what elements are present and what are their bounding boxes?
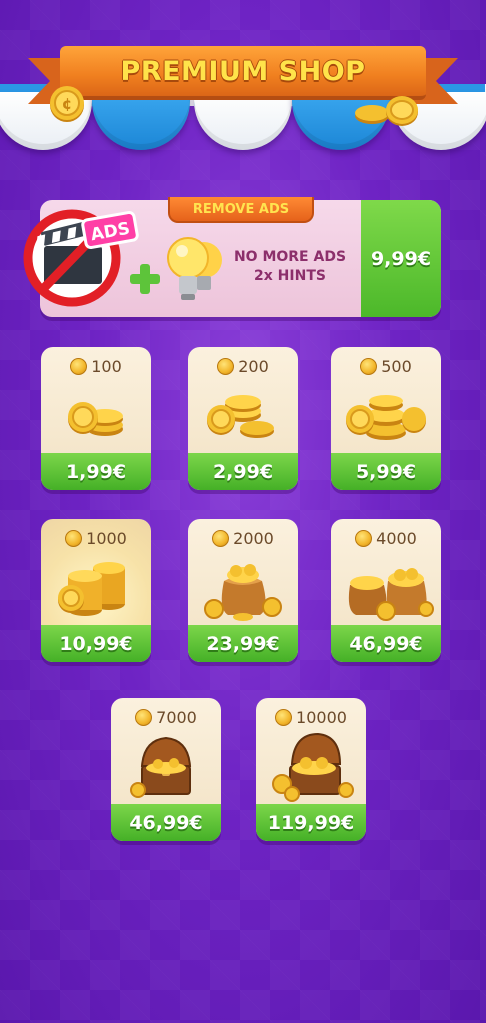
coin-icon [217, 358, 235, 375]
product-card[interactable]: 1000 10,99€ [41, 519, 151, 662]
coin-icon: ¢ [50, 86, 84, 122]
buy-button[interactable]: 10,99€ [41, 625, 151, 662]
product-card[interactable]: 10000 119,99€ [256, 698, 366, 841]
coin-amount: 1000 [41, 529, 151, 548]
coin-icon [70, 358, 88, 375]
coin-amount: 2000 [188, 529, 298, 548]
coins-pile-icon [188, 379, 298, 451]
price-label: 23,99€ [206, 632, 280, 655]
hints-text: 2x HINTS [254, 268, 326, 284]
product-card[interactable]: 200 2,99€ [188, 347, 298, 490]
banner-body: PREMIUM SHOP [60, 46, 426, 100]
coin-amount: 200 [188, 357, 298, 376]
coin-amount-label: 1000 [86, 529, 127, 548]
product-card[interactable]: 100 1,99€ [41, 347, 151, 490]
buy-button[interactable]: 5,99€ [331, 453, 441, 490]
coin-amount-label: 7000 [156, 708, 197, 727]
no-ads-icon: ADS [23, 209, 139, 307]
price-label: 119,99€ [267, 811, 355, 834]
page-title: PREMIUM SHOP [120, 55, 366, 87]
coin-amount-label: 4000 [376, 529, 417, 548]
treasure-chest-large-icon [256, 730, 366, 802]
price-label: 2,99€ [212, 460, 274, 483]
coin-amount-label: 200 [238, 357, 269, 376]
coins-large-pile-icon [331, 379, 441, 451]
treasure-chest-icon [111, 730, 221, 802]
no-more-ads-text: NO MORE ADS [233, 249, 347, 265]
price-label: 46,99€ [349, 632, 423, 655]
coin-amount-label: 100 [91, 357, 122, 376]
buy-button[interactable]: 46,99€ [111, 804, 221, 841]
coin-icon [65, 530, 83, 547]
coin-amount: 4000 [331, 529, 441, 548]
coin-icon [275, 709, 293, 726]
product-card[interactable]: 500 5,99€ [331, 347, 441, 490]
buy-button[interactable]: 23,99€ [188, 625, 298, 662]
coin-icon [135, 709, 153, 726]
coin-amount: 10000 [256, 708, 366, 727]
remove-ads-label: REMOVE ADS [192, 201, 290, 217]
product-card[interactable]: 2000 23,99€ [188, 519, 298, 662]
coin-sack-icon [188, 551, 298, 623]
buy-button[interactable]: 1,99€ [41, 453, 151, 490]
coin-amount: 100 [41, 357, 151, 376]
remove-ads-offer[interactable]: REMOVE ADS ADS NO MORE ADS 2x HINTS 9,99… [23, 197, 441, 317]
coin-amount-label: 2000 [233, 529, 274, 548]
remove-ads-buy-button[interactable]: 9,99€ [361, 200, 441, 317]
remove-ads-tab: REMOVE ADS [168, 197, 314, 223]
ads-description: NO MORE ADS 2x HINTS [230, 248, 350, 286]
coin-icon [355, 530, 373, 547]
coin-icon [360, 358, 378, 375]
coins-small-icon [41, 379, 151, 451]
coins-pile-icon [355, 96, 418, 126]
coin-icon [212, 530, 230, 547]
price-label: 10,99€ [59, 632, 133, 655]
product-card[interactable]: 4000 46,99€ [331, 519, 441, 662]
price-label: 5,99€ [355, 460, 417, 483]
lightbulb-icon [167, 237, 222, 300]
product-card[interactable]: 7000 46,99€ [111, 698, 221, 841]
coin-stacks-icon [41, 551, 151, 623]
price-label: 46,99€ [129, 811, 203, 834]
coin-sacks-icon [331, 551, 441, 623]
coin-amount: 500 [331, 357, 441, 376]
svg-text:¢: ¢ [62, 95, 72, 113]
remove-ads-price: 9,99€ [370, 247, 432, 270]
buy-button[interactable]: 119,99€ [256, 804, 366, 841]
coin-amount-label: 10000 [296, 708, 347, 727]
coin-amount-label: 500 [381, 357, 412, 376]
price-label: 1,99€ [65, 460, 127, 483]
plus-icon [130, 264, 160, 294]
buy-button[interactable]: 2,99€ [188, 453, 298, 490]
coin-amount: 7000 [111, 708, 221, 727]
buy-button[interactable]: 46,99€ [331, 625, 441, 662]
